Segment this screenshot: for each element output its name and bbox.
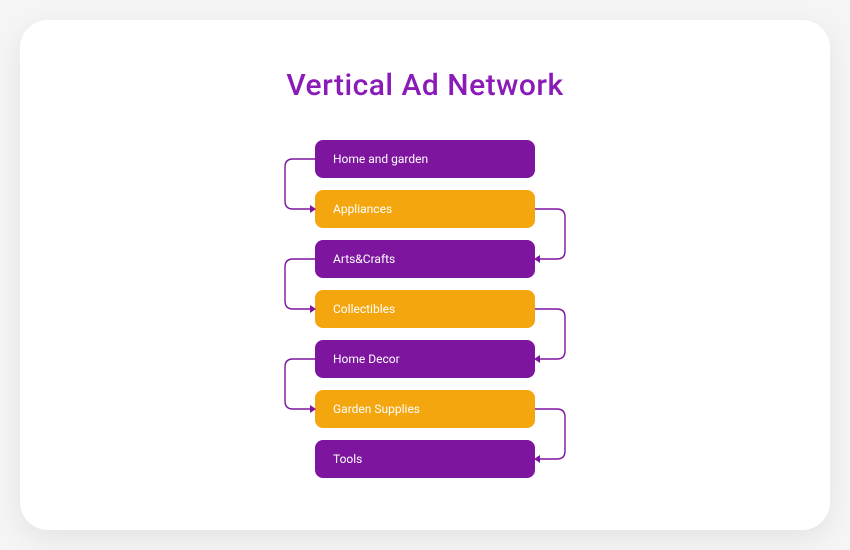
- node-tools: Tools: [315, 440, 535, 478]
- node-label: Arts&Crafts: [333, 252, 395, 266]
- node-arts-crafts: Arts&Crafts: [315, 240, 535, 278]
- node-collectibles: Collectibles: [315, 290, 535, 328]
- node-home-and-garden: Home and garden: [315, 140, 535, 178]
- diagram-card: Vertical Ad Network Home and garden Appl…: [20, 20, 830, 530]
- node-label: Home and garden: [333, 152, 428, 166]
- diagram-title: Vertical Ad Network: [20, 68, 830, 103]
- node-label: Home Decor: [333, 352, 400, 366]
- node-home-decor: Home Decor: [315, 340, 535, 378]
- node-stack: Home and garden Appliances Arts&Crafts C…: [315, 140, 535, 490]
- node-label: Tools: [333, 452, 362, 466]
- node-label: Garden Supplies: [333, 402, 420, 416]
- node-appliances: Appliances: [315, 190, 535, 228]
- node-label: Appliances: [333, 202, 392, 216]
- node-garden-supplies: Garden Supplies: [315, 390, 535, 428]
- node-label: Collectibles: [333, 302, 395, 316]
